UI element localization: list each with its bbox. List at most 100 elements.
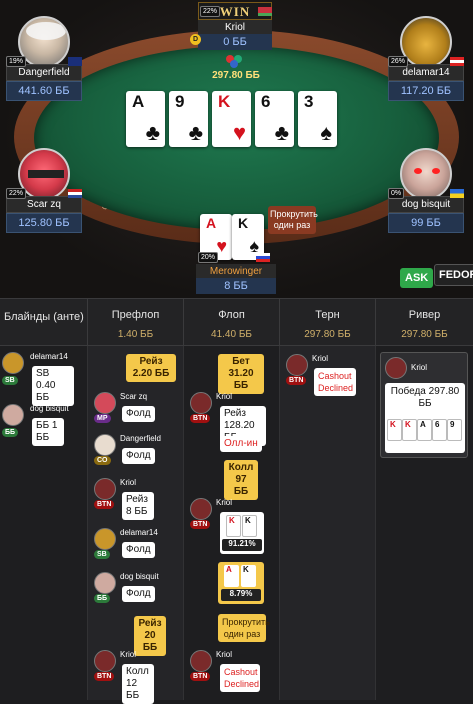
run-it-once-button[interactable]: Прокрутить один раз [268,206,318,234]
ask-button[interactable]: ASK [400,268,434,288]
equity-badge: 19% [6,56,27,67]
action-bubble: Бет 31.20 ББ [218,354,264,394]
fedor-button[interactable]: FEDOR [434,264,473,286]
river-card: 9 [447,419,462,441]
action-bubble: Фолд [122,406,155,422]
avatar [94,650,116,672]
action-bubble: Фолд [122,448,155,464]
action-bubble: Рейз 2.20 ББ [126,354,176,382]
allin-badge: Олл-ин [220,436,262,452]
player-stack: 125.80 ББ [6,213,82,233]
board-card-2: 9 ♣ [169,91,208,147]
avatar [400,148,452,200]
action-bubble: Фолд [122,542,155,558]
player-name: Kriol [216,392,233,401]
board-card-5: 3 ♠ [298,91,337,147]
player-name: delamar14 [120,528,158,537]
flag-belarus [258,7,272,16]
action-bubble: ББ 1 ББ [32,418,64,446]
seat-dangerfield[interactable]: Dangerfield 441.60 ББ 19% [4,16,84,101]
position-badge: BTN [286,376,307,385]
player-name: Dangerfield [120,434,161,443]
position-badge: BTN [190,520,211,529]
equity-badge: 20% [198,252,219,263]
avatar [2,404,24,426]
position-badge: BTN [94,672,115,681]
player-name: Kriol [216,498,233,507]
flag-austria [450,57,464,66]
cashout-status: Cashout Declined [220,664,260,692]
equity-badge: 0% [388,188,405,199]
kriol-name: Kriol [198,20,272,35]
action-bubble: Рейз 20 ББ [134,616,166,656]
position-badge: MP [94,414,111,423]
hero-hand-gold: A K 8.79% [218,562,264,604]
river-card: 6 [432,419,447,441]
run-it-once-label: Прокрутить один раз [218,614,270,642]
action-bubble: Рейз 8 ББ [122,492,154,520]
player-name: Kriol [216,650,233,659]
seat-scar-zq[interactable]: Scar zq 125.80 ББ 22% [4,148,84,233]
preflop-column: Рейз 2.20 ББ MP Scar zq Фолд CO Dangerfi… [88,346,184,704]
shown-card: K [226,515,241,537]
avatar [94,572,116,594]
position-badge: ББ [2,428,19,437]
kriol-equity-badge: 22% [200,6,221,17]
position-badge: ББ [94,594,111,603]
poker-table-view: U S WIN 22% Kriol 0 ББ D 297.80 ББ A♣ 9♣… [0,0,473,298]
street-blinds-header: Блайнды (анте) [0,299,88,345]
player-name: Kriol [312,354,329,363]
equity-value: 91.21% [222,539,262,551]
seat-dog-bisquit[interactable]: dog bisquit 99 ББ 0% [386,148,466,233]
position-badge: BTN [190,414,211,423]
flag-newzealand [68,57,82,66]
avatar [2,352,24,374]
winner-card: Kriol Победа 297.80 ББ K K A 6 9 [380,352,468,458]
chip-stack-icon [226,55,244,69]
player-stack: 99 ББ [388,213,464,233]
hero-mini-card: A [224,565,239,587]
river-column: Kriol Победа 297.80 ББ K K A 6 9 [376,346,473,700]
position-badge: SB [94,550,110,559]
blinds-entry: SB delamar14 SB 0.40 ББ [0,350,88,406]
turn-column: BTN Kriol Cashout Declined [280,346,376,700]
kriol-stack: 0 ББ [198,34,272,50]
shown-card: K [242,515,257,537]
river-card: K [402,419,417,441]
dealer-button-icon: D [190,34,201,45]
position-badge: BTN [94,500,115,509]
player-stack: 441.60 ББ [6,81,82,101]
player-stack: 117.20 ББ [388,81,464,101]
board-card-4: 6 ♣ [255,91,294,147]
river-card: K [387,419,402,441]
cashout-status: Cashout Declined [314,368,356,396]
seat-delamar14[interactable]: delamar14 117.20 ББ 26% [386,16,466,101]
action-bubble: Колл 12 ББ [122,664,154,704]
player-name: Merowinger [196,264,276,279]
position-badge: BTN [190,672,211,681]
avatar [190,392,212,414]
win-text: Победа 297.80 ББ [390,386,460,409]
avatar [94,528,116,550]
win-box: Победа 297.80 ББ K K A 6 9 [385,383,465,453]
action-bubble: Фолд [122,586,155,602]
position-badge: SB [2,376,18,385]
street-turn-header: Терн 297.80 ББ [280,299,376,345]
equity-badge: 22% [6,188,27,199]
player-name: delamar14 [30,352,68,361]
street-preflop-header: Префлоп 1.40 ББ [88,299,184,345]
avatar [190,650,212,672]
board-card-3: K ♥ [212,91,251,147]
equity-value: 8.79% [221,589,261,601]
center-pot: 297.80 ББ [212,70,260,81]
flag-russia [256,253,270,262]
flop-column: Бет 31.20 ББ BTN Kriol Рейз 128.20 ББ Ол… [184,346,280,700]
hero-mini-card: K [241,565,256,587]
win-label: WIN [219,4,251,19]
street-river-header: Ривер 297.80 ББ [401,309,448,340]
hand-history: SB delamar14 SB 0.40 ББ ББ dog bisquit Б… [0,346,473,704]
avatar [94,478,116,500]
flag-netherlands [68,189,82,198]
avatar [190,498,212,520]
blinds-column: SB delamar14 SB 0.40 ББ ББ dog bisquit Б… [0,346,88,700]
